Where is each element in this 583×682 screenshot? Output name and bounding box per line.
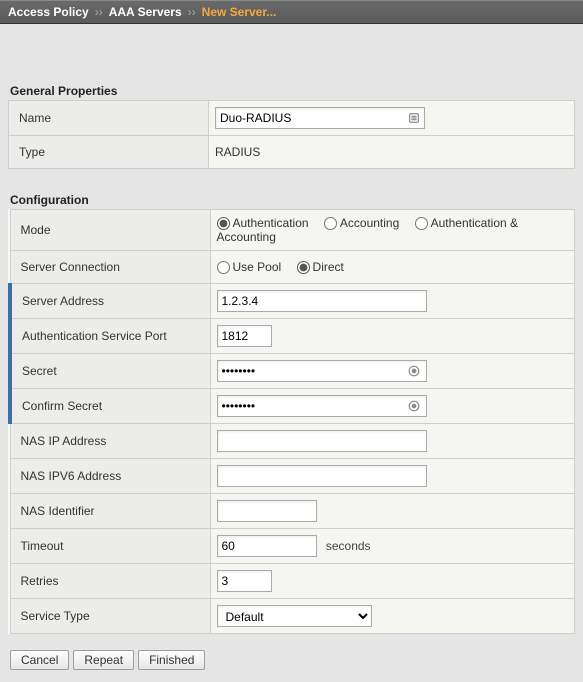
confirm-secret-label: Confirm Secret: [10, 389, 210, 424]
type-label: Type: [9, 136, 209, 169]
breadcrumb-seg-new-server: New Server...: [202, 5, 277, 19]
section-title-general-properties: General Properties: [10, 84, 575, 98]
mode-radio-accounting-input[interactable]: [324, 217, 337, 230]
server-connection-radio-pool-input[interactable]: [217, 261, 230, 274]
mode-radio-authentication[interactable]: Authentication: [217, 216, 309, 230]
retries-label: Retries: [10, 564, 210, 599]
section-title-configuration: Configuration: [10, 193, 575, 207]
breadcrumb-separator: ››: [188, 5, 196, 19]
reveal-password-icon[interactable]: [407, 364, 421, 378]
mode-label: Mode: [10, 210, 210, 251]
reveal-password-icon[interactable]: [407, 399, 421, 413]
nas-ip-address-label: NAS IP Address: [10, 424, 210, 459]
name-input[interactable]: [215, 107, 425, 129]
auth-service-port-input[interactable]: [217, 325, 272, 347]
nas-ipv6-address-input[interactable]: [217, 465, 427, 487]
breadcrumb-separator: ››: [95, 5, 103, 19]
service-type-label: Service Type: [10, 599, 210, 634]
mode-radio-accounting[interactable]: Accounting: [324, 216, 399, 230]
nas-ip-address-input[interactable]: [217, 430, 427, 452]
secret-label: Secret: [10, 354, 210, 389]
server-connection-radio-direct-input[interactable]: [297, 261, 310, 274]
server-connection-label: Server Connection: [10, 251, 210, 284]
nas-ipv6-address-label: NAS IPV6 Address: [10, 459, 210, 494]
retries-input[interactable]: [217, 570, 272, 592]
name-label: Name: [9, 101, 209, 136]
timeout-label: Timeout: [10, 529, 210, 564]
server-connection-radio-pool[interactable]: Use Pool: [217, 260, 282, 274]
breadcrumb-seg-access-policy[interactable]: Access Policy: [8, 5, 89, 19]
list-select-icon[interactable]: [407, 111, 421, 125]
server-connection-radio-direct[interactable]: Direct: [297, 260, 344, 274]
configuration-table: Mode Authentication Accounting Authentic…: [8, 209, 575, 634]
timeout-input[interactable]: [217, 535, 317, 557]
finished-button[interactable]: Finished: [138, 650, 205, 670]
nas-identifier-label: NAS Identifier: [10, 494, 210, 529]
timeout-unit-label: seconds: [326, 539, 371, 553]
service-type-select[interactable]: Default: [217, 605, 372, 627]
general-properties-table: Name Type RADIUS: [8, 100, 575, 169]
mode-radio-authentication-input[interactable]: [217, 217, 230, 230]
nas-identifier-input[interactable]: [217, 500, 317, 522]
server-address-label: Server Address: [10, 284, 210, 319]
type-value: RADIUS: [209, 136, 575, 169]
secret-input[interactable]: [217, 360, 427, 382]
footer-buttons: Cancel Repeat Finished: [10, 650, 575, 670]
breadcrumb-seg-aaa-servers[interactable]: AAA Servers: [109, 5, 182, 19]
cancel-button[interactable]: Cancel: [10, 650, 69, 670]
mode-radio-auth-accounting-input[interactable]: [415, 217, 428, 230]
server-address-input[interactable]: [217, 290, 427, 312]
auth-service-port-label: Authentication Service Port: [10, 319, 210, 354]
breadcrumb: Access Policy ›› AAA Servers ›› New Serv…: [0, 0, 583, 24]
confirm-secret-input[interactable]: [217, 395, 427, 417]
repeat-button[interactable]: Repeat: [73, 650, 134, 670]
